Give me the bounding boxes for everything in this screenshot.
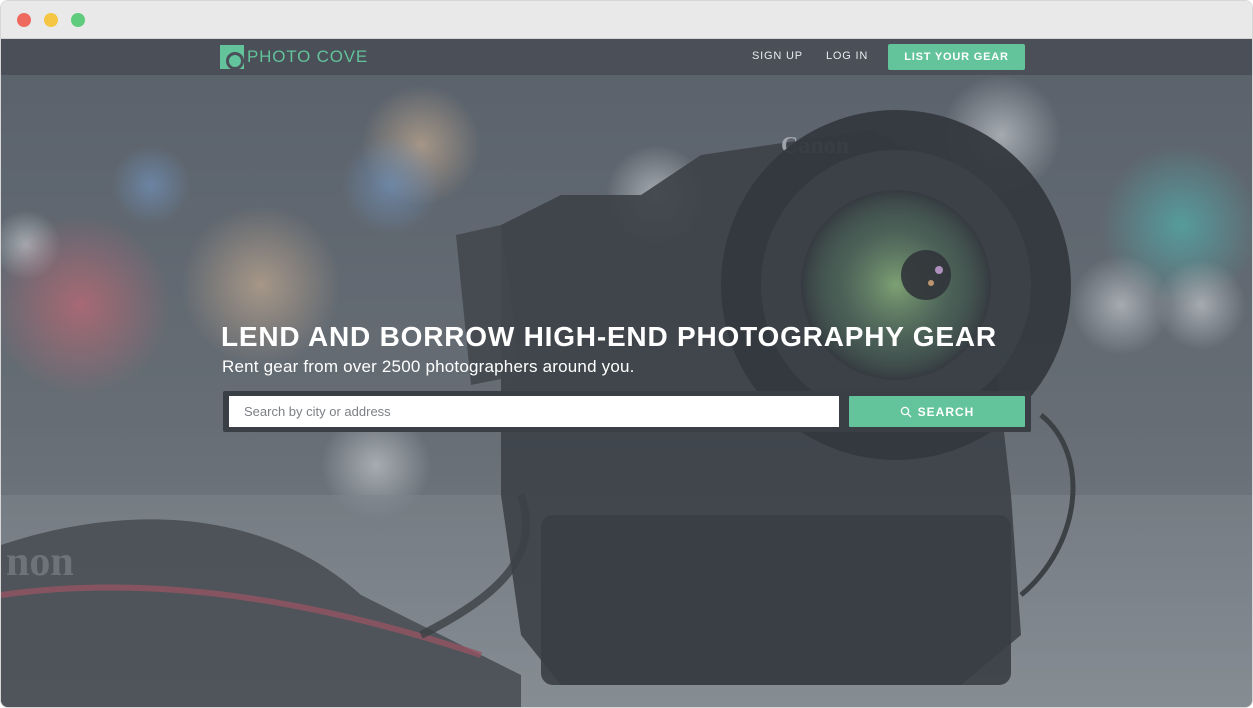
top-navbar: PHOTO COVE SIGN UP LOG IN LIST YOUR GEAR <box>1 39 1252 75</box>
maximize-window-button[interactable] <box>71 13 85 27</box>
search-button-label: SEARCH <box>917 404 975 419</box>
search-icon <box>900 406 912 417</box>
location-search-input[interactable] <box>229 396 839 427</box>
sign-up-link[interactable]: SIGN UP <box>752 50 803 62</box>
search-button[interactable]: SEARCH <box>849 396 1025 427</box>
hero-section: non Canon LEND AND BORROW HIGH-END PHOTO… <box>1 75 1252 707</box>
hero-subheadline: Rent gear from over 2500 photographers a… <box>222 357 635 376</box>
minimize-window-button[interactable] <box>44 13 58 27</box>
log-in-link[interactable]: LOG IN <box>826 50 868 62</box>
logo-text: PHOTO COVE <box>247 47 369 66</box>
list-your-gear-button[interactable]: LIST YOUR GEAR <box>888 44 1025 70</box>
camera-logo-icon <box>220 45 244 70</box>
window-titlebar <box>1 1 1252 39</box>
search-bar: SEARCH <box>223 391 1031 432</box>
browser-window: PHOTO COVE SIGN UP LOG IN LIST YOUR GEAR <box>0 0 1253 708</box>
hero-headline: LEND AND BORROW HIGH-END PHOTOGRAPHY GEA… <box>221 321 997 352</box>
close-window-button[interactable] <box>17 13 31 27</box>
site-logo[interactable]: PHOTO COVE <box>220 45 369 70</box>
